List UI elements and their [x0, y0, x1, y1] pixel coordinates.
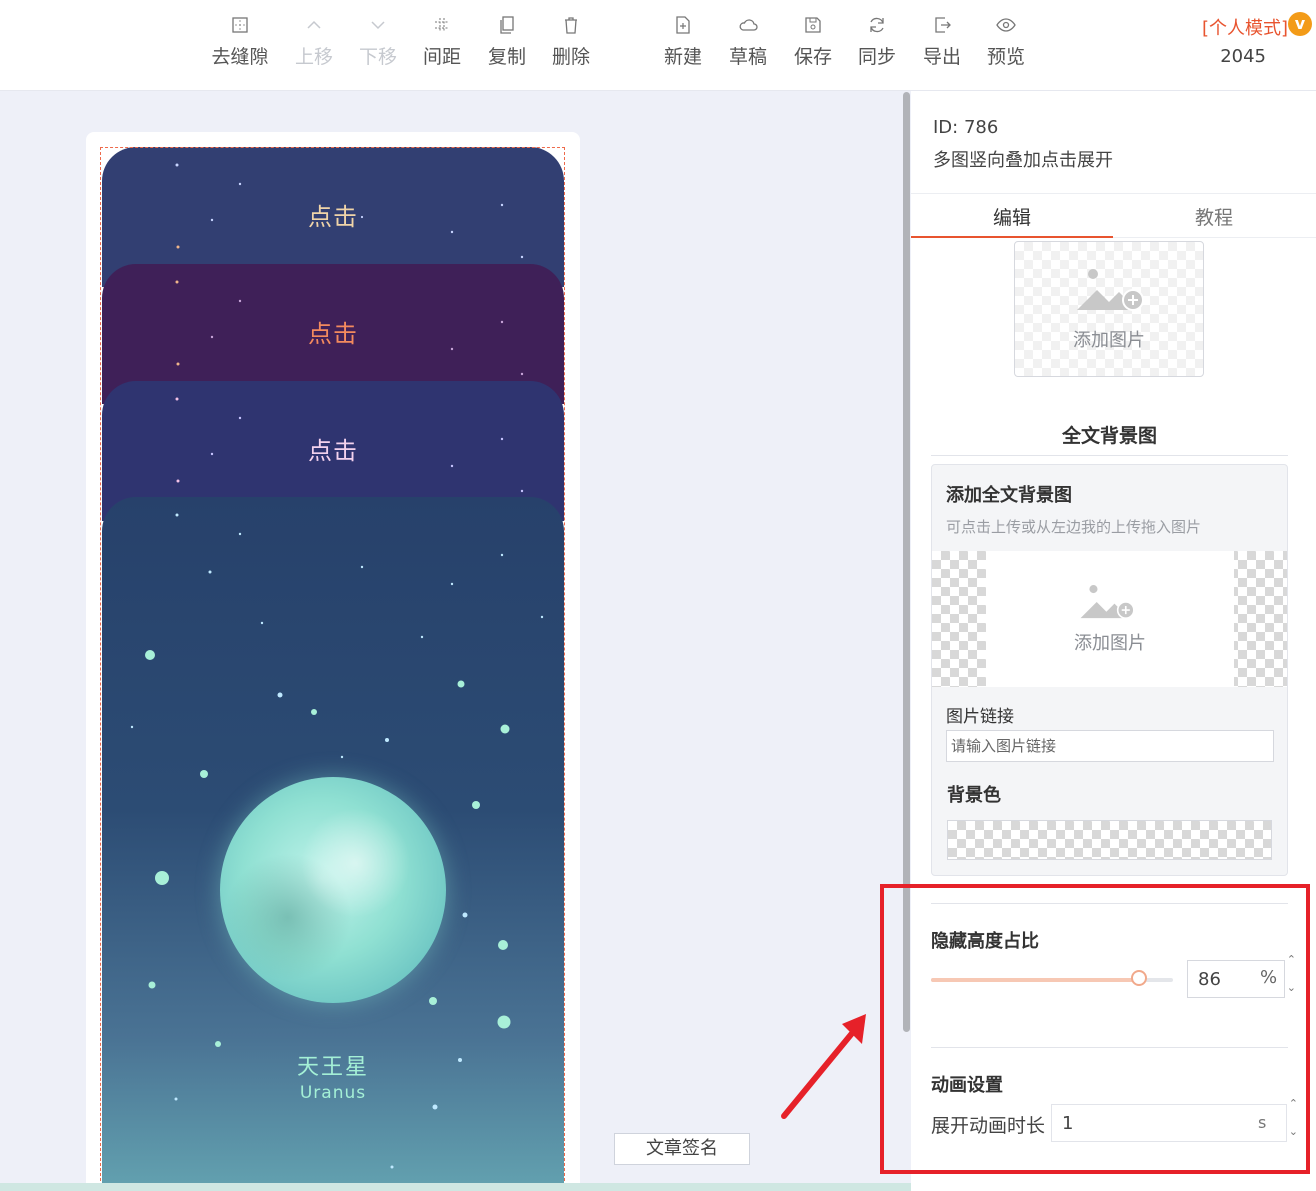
- chevron-down-icon: [371, 21, 385, 30]
- save-icon: [805, 17, 821, 33]
- sync-button[interactable]: 同步: [845, 14, 909, 69]
- spacing-icon: [435, 18, 449, 32]
- eye-icon: [996, 18, 1016, 32]
- full-bg-settings: 添加全文背景图 可点击上传或从左边我的上传拖入图片 添加图片 图片链接 背景色: [931, 464, 1288, 876]
- top-toolbar: 去缝隙 上移 下移 间距 复制 删除 新建 草稿 保存 同步 导出 预览 [个人…: [0, 0, 1316, 91]
- sync-label: 同步: [857, 46, 896, 68]
- add-image-icon: [1080, 585, 1135, 619]
- export-label: 导出: [922, 46, 961, 68]
- delete-button[interactable]: 删除: [539, 14, 603, 69]
- full-bg-title: 添加全文背景图: [946, 485, 1072, 506]
- bg-color-picker[interactable]: [947, 820, 1272, 860]
- image-link-label: 图片链接: [946, 707, 1014, 727]
- move-up-button[interactable]: 上移: [282, 14, 346, 69]
- tab-edit[interactable]: 编辑: [911, 203, 1113, 230]
- move-down-button[interactable]: 下移: [346, 14, 410, 69]
- move-up-label: 上移: [294, 46, 333, 68]
- divider: [1113, 237, 1316, 238]
- trash-icon: [565, 17, 577, 34]
- delete-label: 删除: [551, 46, 590, 68]
- vip-badge: v: [1288, 12, 1312, 36]
- selection-outline: [100, 147, 565, 1191]
- save-label: 保存: [793, 46, 832, 68]
- component-id: ID: 786: [933, 117, 999, 138]
- cloud-icon: [739, 19, 758, 31]
- draft-button[interactable]: 草稿: [716, 14, 780, 69]
- chevron-up-icon: [307, 20, 321, 29]
- draft-label: 草稿: [728, 46, 767, 68]
- tab-tutorial[interactable]: 教程: [1113, 203, 1315, 230]
- remove-gap-label: 去缝隙: [211, 46, 269, 68]
- image-upload-box[interactable]: 添加图片: [1014, 241, 1204, 377]
- copy-icon: [500, 16, 514, 34]
- spacing-label: 间距: [422, 46, 461, 68]
- new-label: 新建: [663, 46, 702, 68]
- copy-button[interactable]: 复制: [475, 14, 539, 69]
- preview-label: 预览: [986, 46, 1025, 68]
- sync-icon: [870, 17, 884, 33]
- divider: [911, 193, 1316, 194]
- annotation-highlight-box: [880, 884, 1310, 1174]
- annotation-arrow-icon: [781, 1014, 866, 1119]
- preview-button[interactable]: 预览: [974, 14, 1038, 69]
- move-down-label: 下移: [358, 46, 397, 68]
- bg-color-label: 背景色: [947, 785, 1001, 806]
- add-image-icon: [1077, 269, 1144, 311]
- full-bg-hint: 可点击上传或从左边我的上传拖入图片: [946, 518, 1202, 536]
- new-button[interactable]: 新建: [651, 14, 715, 69]
- new-file-icon: [676, 16, 690, 34]
- spacing-button[interactable]: 间距: [410, 14, 474, 69]
- copy-label: 复制: [487, 46, 526, 68]
- user-number: 2045: [1220, 46, 1266, 67]
- export-button[interactable]: 导出: [910, 14, 974, 69]
- active-tab-indicator: [911, 236, 1113, 238]
- add-image-label: 添加图片: [1073, 330, 1145, 351]
- remove-gap-button[interactable]: 去缝隙: [208, 14, 272, 69]
- full-bg-section-title: 全文背景图: [1061, 425, 1157, 447]
- grid-icon: [232, 17, 248, 33]
- personal-mode-link[interactable]: [个人模式]: [1202, 14, 1288, 40]
- image-link-input[interactable]: [946, 730, 1274, 762]
- article-signature-button[interactable]: 文章签名: [614, 1133, 750, 1165]
- save-button[interactable]: 保存: [781, 14, 845, 69]
- export-icon: [935, 17, 951, 33]
- full-bg-upload-area[interactable]: 添加图片: [932, 551, 1287, 687]
- upload-center: 添加图片: [986, 551, 1234, 687]
- component-name: 多图竖向叠加点击展开: [933, 150, 1113, 171]
- add-image-label: 添加图片: [1074, 633, 1146, 654]
- divider: [931, 455, 1288, 456]
